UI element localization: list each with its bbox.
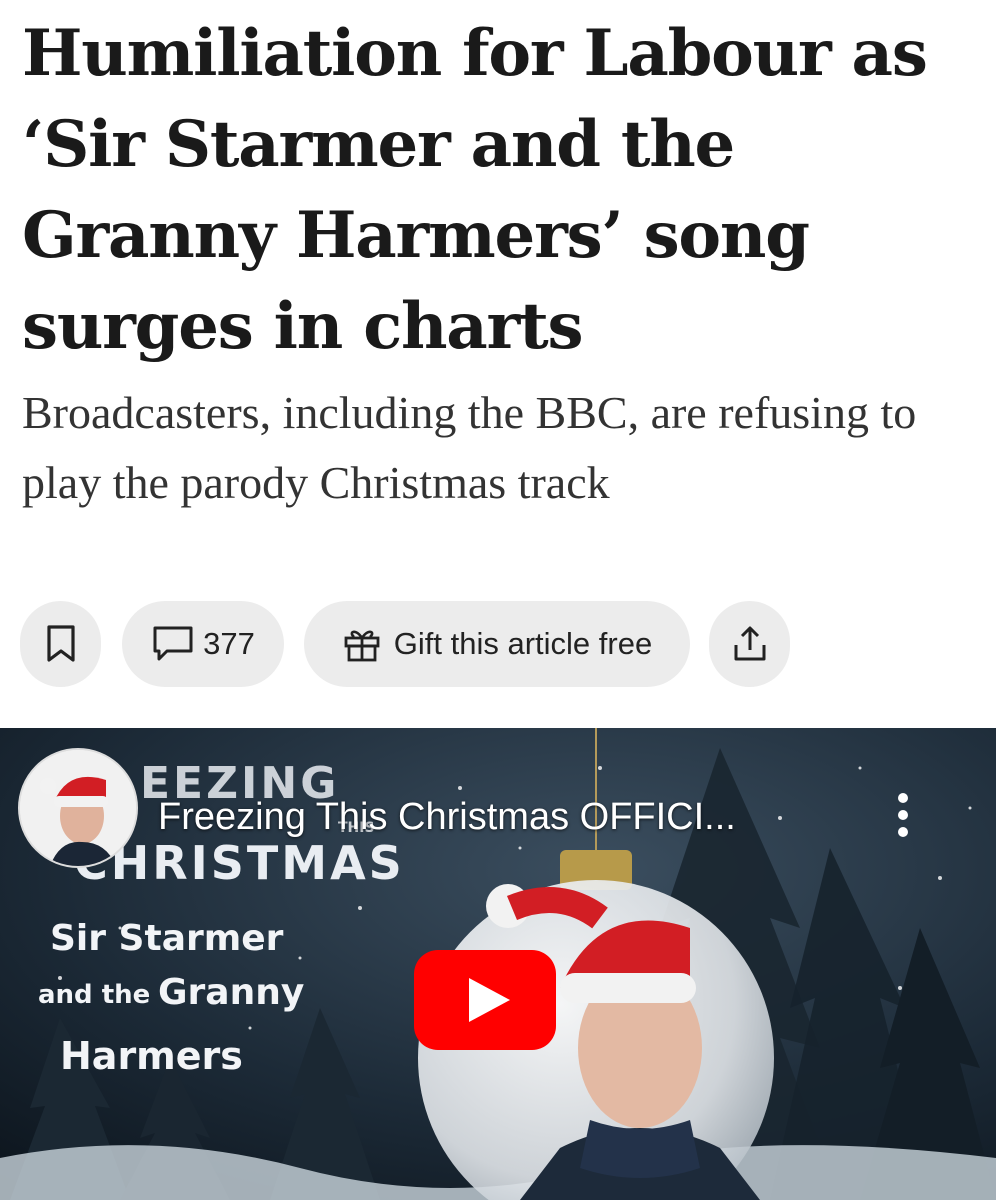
poster-sub2a: and the [38,980,151,1010]
share-button[interactable] [709,601,790,687]
channel-avatar[interactable] [18,748,138,868]
poster-sub1: Sir Starmer [50,918,284,959]
gift-article-button[interactable]: Gift this article free [304,601,690,687]
gift-label: Gift this article free [393,626,653,661]
video-embed[interactable]: EEZING THIS CHRISTMAS Sir Starmer and th… [0,728,996,1200]
bookmark-icon [46,625,75,662]
comment-icon [153,626,193,661]
avatar-image [20,750,136,866]
play-button[interactable] [414,950,556,1050]
article-headline: Humiliation for Labour as ‘Sir Starmer a… [22,16,928,364]
video-title[interactable]: Freezing This Christmas OFFICI... [158,796,736,839]
play-icon [414,950,556,1050]
poster-sub2b: Granny [158,972,305,1013]
comments-count: 377 [203,626,255,661]
more-vert-icon [898,793,908,837]
bookmark-button[interactable] [20,601,101,687]
poster-sub3: Harmers [60,1034,243,1078]
video-menu-button[interactable] [888,788,918,848]
share-icon [734,626,765,661]
gift-icon [344,630,380,662]
article-standfirst: Broadcasters, including the BBC, are ref… [22,387,917,508]
comments-button[interactable]: 377 [122,601,284,687]
